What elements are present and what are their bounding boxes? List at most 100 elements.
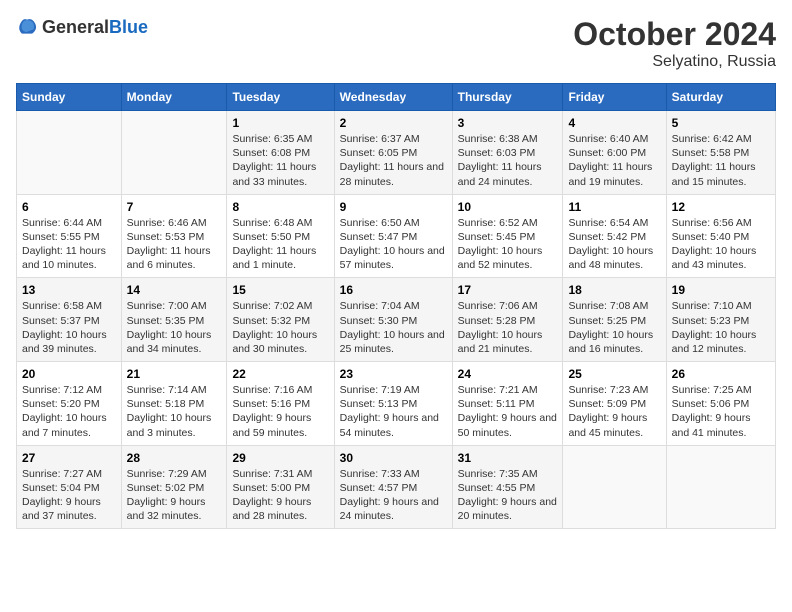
day-detail: Sunrise: 7:00 AM Sunset: 5:35 PM Dayligh… xyxy=(127,299,222,356)
day-detail: Sunrise: 6:48 AM Sunset: 5:50 PM Dayligh… xyxy=(232,216,328,273)
day-detail: Sunrise: 6:35 AM Sunset: 6:08 PM Dayligh… xyxy=(232,132,328,189)
day-cell: 9Sunrise: 6:50 AM Sunset: 5:47 PM Daylig… xyxy=(334,194,452,278)
day-detail: Sunrise: 6:44 AM Sunset: 5:55 PM Dayligh… xyxy=(22,216,116,273)
header-thursday: Thursday xyxy=(452,84,563,111)
day-detail: Sunrise: 7:23 AM Sunset: 5:09 PM Dayligh… xyxy=(568,383,660,440)
day-number: 2 xyxy=(340,116,447,130)
day-detail: Sunrise: 7:27 AM Sunset: 5:04 PM Dayligh… xyxy=(22,467,116,524)
week-row-1: 1 Sunrise: 6:35 AM Sunset: 6:08 PM Daylig… xyxy=(17,111,776,195)
day-number: 17 xyxy=(458,283,558,297)
day-cell: 4 Sunrise: 6:40 AM Sunset: 6:00 PM Daylig… xyxy=(563,111,666,195)
day-detail: Sunrise: 7:08 AM Sunset: 5:25 PM Dayligh… xyxy=(568,299,660,356)
day-number: 7 xyxy=(127,200,222,214)
logo-general: General xyxy=(42,17,109,37)
day-number: 30 xyxy=(340,451,447,465)
day-detail: Sunrise: 7:25 AM Sunset: 5:06 PM Dayligh… xyxy=(672,383,770,440)
day-detail: Sunrise: 6:40 AM Sunset: 6:00 PM Dayligh… xyxy=(568,132,660,189)
day-cell: 7 Sunrise: 6:46 AM Sunset: 5:53 PM Daylig… xyxy=(121,194,227,278)
day-detail: Sunrise: 7:35 AM Sunset: 4:55 PM Dayligh… xyxy=(458,467,558,524)
day-number: 22 xyxy=(232,367,328,381)
day-cell: 13 Sunrise: 6:58 AM Sunset: 5:37 PM Dayli… xyxy=(17,278,122,362)
header-row: SundayMondayTuesdayWednesdayThursdayFrid… xyxy=(17,84,776,111)
day-number: 20 xyxy=(22,367,116,381)
day-number: 10 xyxy=(458,200,558,214)
day-number: 24 xyxy=(458,367,558,381)
day-cell xyxy=(666,445,775,529)
day-cell: 12 Sunrise: 6:56 AM Sunset: 5:40 PM Dayli… xyxy=(666,194,775,278)
day-number: 26 xyxy=(672,367,770,381)
day-number: 13 xyxy=(22,283,116,297)
day-number: 18 xyxy=(568,283,660,297)
day-detail: Sunrise: 7:21 AM Sunset: 5:11 PM Dayligh… xyxy=(458,383,558,440)
header-wednesday: Wednesday xyxy=(334,84,452,111)
day-cell: 27 Sunrise: 7:27 AM Sunset: 5:04 PM Dayli… xyxy=(17,445,122,529)
day-cell: 24 Sunrise: 7:21 AM Sunset: 5:11 PM Dayli… xyxy=(452,362,563,446)
header-sunday: Sunday xyxy=(17,84,122,111)
day-detail: Sunrise: 7:04 AM Sunset: 5:30 PM Dayligh… xyxy=(340,299,447,356)
day-cell: 22 Sunrise: 7:16 AM Sunset: 5:16 PM Dayli… xyxy=(227,362,334,446)
day-detail: Sunrise: 6:46 AM Sunset: 5:53 PM Dayligh… xyxy=(127,216,222,273)
day-cell xyxy=(121,111,227,195)
title-block: October 2024 Selyatino, Russia xyxy=(573,16,776,71)
day-cell: 15 Sunrise: 7:02 AM Sunset: 5:32 PM Dayli… xyxy=(227,278,334,362)
day-number: 14 xyxy=(127,283,222,297)
day-cell: 6Sunrise: 6:44 AM Sunset: 5:55 PM Daylig… xyxy=(17,194,122,278)
day-cell: 2Sunrise: 6:37 AM Sunset: 6:05 PM Daylig… xyxy=(334,111,452,195)
day-cell: 30 Sunrise: 7:33 AM Sunset: 4:57 PM Dayli… xyxy=(334,445,452,529)
day-number: 21 xyxy=(127,367,222,381)
day-cell: 26 Sunrise: 7:25 AM Sunset: 5:06 PM Dayli… xyxy=(666,362,775,446)
day-number: 1 xyxy=(232,116,328,130)
day-detail: Sunrise: 6:56 AM Sunset: 5:40 PM Dayligh… xyxy=(672,216,770,273)
week-row-2: 6Sunrise: 6:44 AM Sunset: 5:55 PM Daylig… xyxy=(17,194,776,278)
day-cell: 21 Sunrise: 7:14 AM Sunset: 5:18 PM Dayli… xyxy=(121,362,227,446)
day-detail: Sunrise: 7:31 AM Sunset: 5:00 PM Dayligh… xyxy=(232,467,328,524)
calendar-header: SundayMondayTuesdayWednesdayThursdayFrid… xyxy=(17,84,776,111)
day-detail: Sunrise: 7:02 AM Sunset: 5:32 PM Dayligh… xyxy=(232,299,328,356)
day-cell: 19 Sunrise: 7:10 AM Sunset: 5:23 PM Dayli… xyxy=(666,278,775,362)
day-cell: 14 Sunrise: 7:00 AM Sunset: 5:35 PM Dayli… xyxy=(121,278,227,362)
day-cell: 3Sunrise: 6:38 AM Sunset: 6:03 PM Daylig… xyxy=(452,111,563,195)
day-detail: Sunrise: 7:06 AM Sunset: 5:28 PM Dayligh… xyxy=(458,299,558,356)
header-friday: Friday xyxy=(563,84,666,111)
logo-text: GeneralBlue xyxy=(42,17,148,38)
day-number: 19 xyxy=(672,283,770,297)
day-cell: 5 Sunrise: 6:42 AM Sunset: 5:58 PM Daylig… xyxy=(666,111,775,195)
day-number: 25 xyxy=(568,367,660,381)
day-cell: 23Sunrise: 7:19 AM Sunset: 5:13 PM Dayli… xyxy=(334,362,452,446)
day-detail: Sunrise: 6:54 AM Sunset: 5:42 PM Dayligh… xyxy=(568,216,660,273)
header-tuesday: Tuesday xyxy=(227,84,334,111)
day-number: 12 xyxy=(672,200,770,214)
day-detail: Sunrise: 7:10 AM Sunset: 5:23 PM Dayligh… xyxy=(672,299,770,356)
week-row-4: 20 Sunrise: 7:12 AM Sunset: 5:20 PM Dayli… xyxy=(17,362,776,446)
day-number: 11 xyxy=(568,200,660,214)
day-detail: Sunrise: 7:29 AM Sunset: 5:02 PM Dayligh… xyxy=(127,467,222,524)
day-detail: Sunrise: 6:42 AM Sunset: 5:58 PM Dayligh… xyxy=(672,132,770,189)
week-row-5: 27 Sunrise: 7:27 AM Sunset: 5:04 PM Dayli… xyxy=(17,445,776,529)
logo-blue: Blue xyxy=(109,17,148,37)
day-detail: Sunrise: 7:33 AM Sunset: 4:57 PM Dayligh… xyxy=(340,467,447,524)
day-number: 9 xyxy=(340,200,447,214)
day-cell: 8Sunrise: 6:48 AM Sunset: 5:50 PM Daylig… xyxy=(227,194,334,278)
day-detail: Sunrise: 6:58 AM Sunset: 5:37 PM Dayligh… xyxy=(22,299,116,356)
day-number: 3 xyxy=(458,116,558,130)
logo-icon xyxy=(16,16,38,38)
day-number: 27 xyxy=(22,451,116,465)
day-detail: Sunrise: 7:12 AM Sunset: 5:20 PM Dayligh… xyxy=(22,383,116,440)
calendar-subtitle: Selyatino, Russia xyxy=(573,53,776,71)
day-detail: Sunrise: 7:16 AM Sunset: 5:16 PM Dayligh… xyxy=(232,383,328,440)
day-detail: Sunrise: 7:14 AM Sunset: 5:18 PM Dayligh… xyxy=(127,383,222,440)
day-number: 15 xyxy=(232,283,328,297)
day-number: 4 xyxy=(568,116,660,130)
day-cell: 18 Sunrise: 7:08 AM Sunset: 5:25 PM Dayli… xyxy=(563,278,666,362)
logo: GeneralBlue xyxy=(16,16,148,38)
header-saturday: Saturday xyxy=(666,84,775,111)
day-cell: 11 Sunrise: 6:54 AM Sunset: 5:42 PM Dayli… xyxy=(563,194,666,278)
day-number: 5 xyxy=(672,116,770,130)
day-cell: 29Sunrise: 7:31 AM Sunset: 5:00 PM Dayli… xyxy=(227,445,334,529)
calendar-title: October 2024 xyxy=(573,16,776,53)
calendar-table: SundayMondayTuesdayWednesdayThursdayFrid… xyxy=(16,83,776,529)
day-number: 23 xyxy=(340,367,447,381)
calendar-body: 1 Sunrise: 6:35 AM Sunset: 6:08 PM Daylig… xyxy=(17,111,776,529)
day-cell: 20 Sunrise: 7:12 AM Sunset: 5:20 PM Dayli… xyxy=(17,362,122,446)
day-cell xyxy=(563,445,666,529)
